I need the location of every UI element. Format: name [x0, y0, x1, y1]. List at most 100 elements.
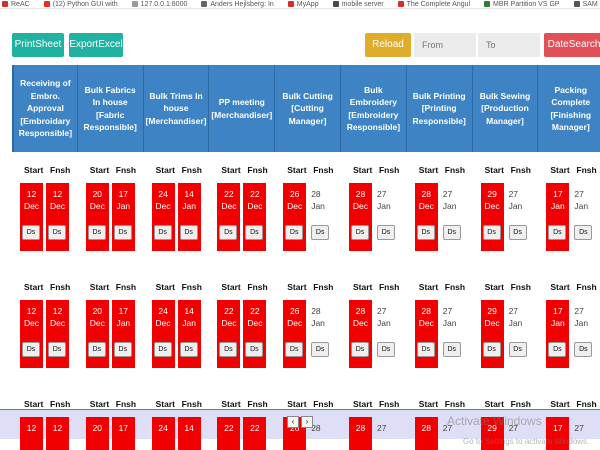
date-day: 14: [184, 189, 194, 199]
ds-button[interactable]: Ds: [285, 342, 304, 357]
finish-date-box: 12 Dec Ds: [46, 183, 69, 251]
ds-button[interactable]: Ds: [482, 225, 501, 240]
date-day: 22: [250, 189, 260, 199]
ds-button[interactable]: Ds: [574, 342, 593, 357]
start-label: Start: [221, 165, 241, 175]
date-day: 22: [250, 306, 260, 316]
bookmark-item[interactable]: MBR Partition VS GP: [484, 0, 560, 8]
finish-date-box: 17: [111, 417, 135, 450]
ds-button[interactable]: Ds: [442, 225, 461, 240]
start-date-box: 22 Dec Ds: [217, 183, 241, 251]
bookmark-favicon-icon: [332, 1, 339, 7]
ds-button[interactable]: Ds: [22, 342, 40, 357]
export-excel-button[interactable]: ExportExcel: [69, 33, 123, 57]
date-day: 20: [92, 189, 103, 199]
column-header-line: PP meeting: [218, 97, 265, 107]
bookmark-item[interactable]: 127.0.0.1:8000: [131, 0, 187, 8]
column-header-line: Receiving of: [20, 78, 71, 89]
date-month: Dec: [352, 318, 369, 328]
ds-button[interactable]: Ds: [548, 225, 567, 240]
start-label: Start: [24, 165, 44, 175]
finish-date-box: 28 Jan Ds: [309, 183, 332, 251]
ds-button[interactable]: Ds: [113, 225, 132, 240]
reload-button[interactable]: Reload: [365, 33, 411, 57]
to-date-input[interactable]: [478, 33, 540, 57]
ds-button[interactable]: Ds: [153, 225, 172, 240]
date-month: Jan: [376, 318, 391, 328]
date-day: 27: [508, 306, 519, 316]
schedule-cell: Start Fnsh 22 Dec Ds 22 Dec Ds: [209, 282, 275, 402]
ds-button[interactable]: Ds: [285, 225, 304, 240]
print-sheet-button[interactable]: PrintSheet: [12, 33, 64, 57]
finish-date-box: 27 Jan Ds: [572, 300, 595, 368]
date-month: Dec: [23, 201, 40, 211]
column-header: Receiving of Embro. Approval [Embroidary Res…: [12, 65, 78, 152]
start-label: Start: [155, 399, 175, 409]
date-day: 12: [26, 423, 37, 433]
ds-button[interactable]: Ds: [245, 342, 264, 357]
bookmark-item[interactable]: The Complete Angul: [397, 0, 471, 8]
date-day: 27: [442, 189, 453, 199]
finish-label: Fnsh: [50, 282, 71, 292]
schedule-cell: Start Fnsh 24 Dec Ds 14 Jan Ds: [144, 282, 210, 402]
ds-button[interactable]: Ds: [548, 342, 567, 357]
bookmark-label: (12) Python GUI with: [52, 0, 118, 8]
table-row: Start Fnsh 12 Dec Ds 12 Dec Ds Start Fnsh 20 Dec Ds 1…: [12, 165, 600, 285]
ds-button[interactable]: Ds: [376, 225, 395, 240]
ds-button[interactable]: Ds: [508, 225, 527, 240]
finish-date-box: 12 Dec Ds: [46, 300, 69, 368]
start-date-box: 28 Dec Ds: [414, 183, 438, 251]
ds-button[interactable]: Ds: [350, 342, 369, 357]
ds-button[interactable]: Ds: [376, 342, 395, 357]
ds-button[interactable]: Ds: [350, 225, 369, 240]
ds-button[interactable]: Ds: [219, 342, 238, 357]
date-search-button[interactable]: DateSearch: [544, 33, 600, 57]
date-day: 14: [184, 306, 194, 316]
ds-button[interactable]: Ds: [311, 342, 330, 357]
column-header-line: Responsible]: [18, 128, 73, 139]
ds-button[interactable]: Ds: [48, 342, 66, 357]
finish-date-box: 27 Jan Ds: [375, 300, 398, 368]
ds-button[interactable]: Ds: [416, 342, 435, 357]
bookmark-item[interactable]: MyApp: [287, 0, 319, 8]
from-date-input[interactable]: [414, 33, 476, 57]
ds-button[interactable]: Ds: [87, 225, 106, 240]
ds-button[interactable]: Ds: [87, 342, 106, 357]
ds-button[interactable]: Ds: [442, 342, 461, 357]
column-header-line: [Finishing: [550, 109, 592, 120]
date-day: 27: [574, 189, 584, 199]
start-date-box: 24: [151, 417, 175, 450]
bookmark-label: The Complete Angul: [406, 0, 471, 8]
ds-button[interactable]: Ds: [416, 225, 435, 240]
ds-button[interactable]: Ds: [179, 225, 198, 240]
date-month: Dec: [484, 318, 500, 328]
date-month: Dec: [418, 318, 434, 328]
ds-button[interactable]: Ds: [508, 342, 527, 357]
ds-button[interactable]: Ds: [311, 225, 330, 240]
bookmark-item[interactable]: Anders Hejlsberg: In: [201, 0, 274, 8]
ds-button[interactable]: Ds: [574, 225, 593, 240]
ds-button[interactable]: Ds: [113, 342, 132, 357]
bookmark-item[interactable]: (12) Python GUI with: [43, 0, 118, 8]
start-label: Start: [352, 282, 373, 292]
ds-button[interactable]: Ds: [48, 225, 66, 240]
ds-button[interactable]: Ds: [219, 225, 238, 240]
finish-label: Fnsh: [510, 399, 531, 409]
date-day: 22: [224, 189, 234, 199]
finish-date-box: 28 Jan Ds: [309, 300, 332, 368]
ds-button[interactable]: Ds: [179, 342, 198, 357]
date-day: 24: [158, 189, 168, 199]
scroll-left-icon[interactable]: ‹: [287, 416, 299, 428]
start-date-box: 26 Dec Ds: [283, 300, 307, 368]
date-day: 12: [52, 423, 63, 433]
date-day: 12: [52, 306, 63, 316]
bookmark-item[interactable]: SAM ONLINE: [573, 0, 600, 8]
bookmark-item[interactable]: ReAC: [2, 0, 30, 8]
ds-button[interactable]: Ds: [482, 342, 501, 357]
ds-button[interactable]: Ds: [245, 225, 264, 240]
date-day: 17: [553, 423, 563, 433]
scroll-right-icon[interactable]: ›: [301, 416, 313, 428]
ds-button[interactable]: Ds: [153, 342, 172, 357]
ds-button[interactable]: Ds: [22, 225, 40, 240]
bookmark-item[interactable]: mobile server: [332, 0, 384, 8]
